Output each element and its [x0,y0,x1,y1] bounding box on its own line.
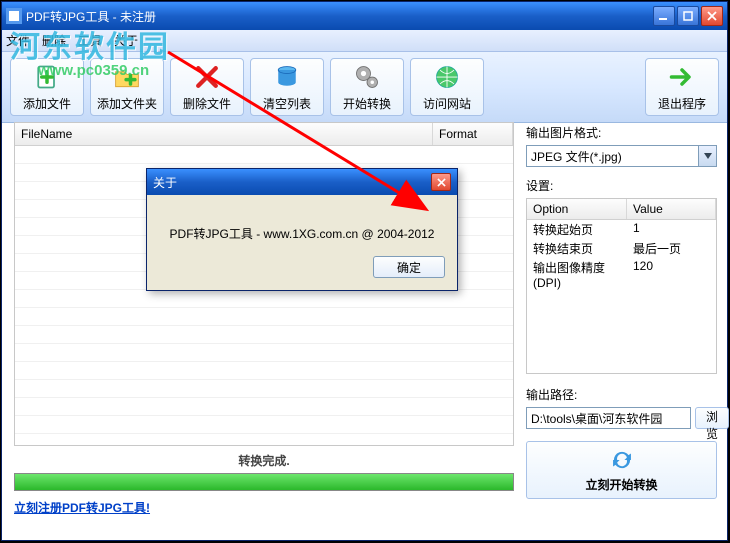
toolbar: 添加文件 添加文件夹 删除文件 清空列表 开始转换 访问网站 退出程序 [2,52,727,123]
gear-icon [353,63,381,91]
maximize-button[interactable] [677,6,699,26]
settings-table[interactable]: Option Value 转换起始页1 转换结束页最后一页 输出图像精度(DPI… [526,198,717,374]
ok-button[interactable]: 确定 [373,256,445,278]
register-link[interactable]: 立刻注册PDF转JPG工具! [14,501,150,515]
title-bar[interactable]: PDF转JPG工具 - 未注册 [2,2,727,30]
delete-icon [193,63,221,91]
format-combo[interactable]: JPEG 文件(*.jpg) [526,145,717,167]
table-row: 转换起始页1 [527,220,716,239]
about-dialog: 关于 PDF转JPG工具 - www.1XG.com.cn @ 2004-201… [146,168,458,291]
add-folder-icon [113,63,141,91]
format-label: 输出图片格式: [526,124,717,141]
refresh-icon [609,447,635,473]
add-folder-button[interactable]: 添加文件夹 [90,58,164,116]
progress-bar [14,473,514,491]
col-option[interactable]: Option [527,199,627,219]
outpath-input[interactable] [526,407,691,429]
table-row: 输出图像精度(DPI)120 [527,258,716,291]
settings-label: 设置: [526,177,717,194]
menu-delete[interactable]: 删除 [42,32,66,49]
start-convert-button[interactable]: 开始转换 [330,58,404,116]
menu-tools[interactable]: 工具 [78,32,102,49]
file-list-header: FileName Format [15,123,513,146]
col-value[interactable]: Value [627,199,716,219]
dialog-titlebar[interactable]: 关于 [147,169,457,195]
close-button[interactable] [701,6,723,26]
outpath-label: 输出路径: [526,386,717,403]
menu-bar: 文件 删除 工具 关于 [2,30,727,52]
delete-file-button[interactable]: 删除文件 [170,58,244,116]
col-format[interactable]: Format [433,123,513,145]
clear-icon [273,63,301,91]
app-icon [6,8,22,24]
status-text: 转换完成. [14,446,514,473]
browse-button[interactable]: 浏览 [695,407,729,429]
table-row: 转换结束页最后一页 [527,239,716,258]
col-filename[interactable]: FileName [15,123,433,145]
add-file-icon [33,63,61,91]
start-now-button[interactable]: 立刻开始转换 [526,441,717,499]
minimize-button[interactable] [653,6,675,26]
dialog-close-button[interactable] [431,173,451,191]
menu-about[interactable]: 关于 [114,32,138,49]
window-title: PDF转JPG工具 - 未注册 [26,8,653,25]
clear-list-button[interactable]: 清空列表 [250,58,324,116]
menu-file[interactable]: 文件 [6,32,30,49]
dialog-title: 关于 [153,174,431,191]
chevron-down-icon [698,146,716,166]
exit-button[interactable]: 退出程序 [645,58,719,116]
dialog-body: PDF转JPG工具 - www.1XG.com.cn @ 2004-2012 [147,195,457,256]
exit-icon [668,63,696,91]
globe-icon [433,63,461,91]
visit-site-button[interactable]: 访问网站 [410,58,484,116]
add-file-button[interactable]: 添加文件 [10,58,84,116]
